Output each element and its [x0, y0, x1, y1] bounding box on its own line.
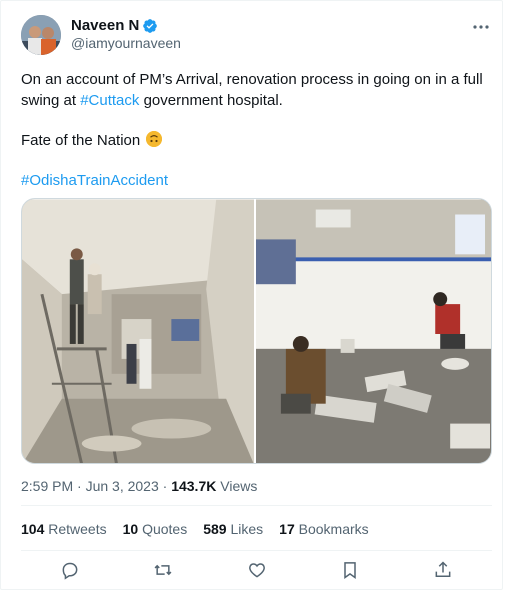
- media-photo-2[interactable]: [256, 199, 491, 464]
- upside-down-face-emoji-icon: [146, 131, 163, 147]
- hashtag-cuttack-link[interactable]: #Cuttack: [80, 92, 139, 109]
- share-icon[interactable]: [432, 559, 454, 581]
- avatar[interactable]: [21, 15, 61, 55]
- verified-badge-icon: [143, 18, 158, 33]
- divider: [21, 550, 492, 551]
- tweet-text-part: Fate of the Nation: [21, 132, 145, 149]
- tweet-text-part: government hospital.: [139, 92, 283, 109]
- retweets-label: Retweets: [44, 521, 107, 537]
- author-handle[interactable]: @iamyournaveen: [71, 35, 181, 51]
- tweet-metadata: 2:59 PM · Jun 3, 2023 · 143.7K Views: [21, 478, 257, 494]
- divider: [21, 505, 492, 506]
- more-icon[interactable]: [471, 17, 491, 37]
- likes-stat[interactable]: 589 Likes: [203, 521, 263, 537]
- bookmarks-stat[interactable]: 17 Bookmarks: [279, 521, 369, 537]
- tweet-header: Naveen N @iamyournaveen: [21, 15, 491, 55]
- quotes-stat[interactable]: 10 Quotes: [123, 521, 188, 537]
- tweet-text-paragraph-3: #OdishaTrainAccident: [21, 170, 486, 191]
- author-name-row[interactable]: Naveen N: [71, 17, 158, 34]
- tweet-actions: [21, 559, 492, 585]
- likes-label: Likes: [226, 521, 264, 537]
- tweet-text-paragraph-1: On an account of PM’s Arrival, renovatio…: [21, 69, 486, 111]
- views-count: 143.7K: [171, 478, 217, 494]
- tweet-stats: 104 Retweets 10 Quotes 589 Likes 17 Book…: [21, 521, 385, 537]
- tweet-text: On an account of PM’s Arrival, renovatio…: [21, 69, 486, 191]
- bookmarks-count: 17: [279, 521, 295, 537]
- tweet-text-paragraph-2: Fate of the Nation: [21, 130, 486, 151]
- reply-icon[interactable]: [59, 559, 81, 581]
- bookmark-icon[interactable]: [339, 559, 361, 581]
- tweet-media[interactable]: [21, 198, 492, 464]
- tweet-timestamp[interactable]: 2:59 PM · Jun 3, 2023 ·: [21, 478, 171, 494]
- retweets-count: 104: [21, 521, 45, 537]
- quotes-label: Quotes: [138, 521, 188, 537]
- tweet-card: Naveen N @iamyournaveen On an account of…: [0, 0, 503, 590]
- media-photo-1[interactable]: [22, 199, 254, 464]
- retweet-icon[interactable]: [152, 559, 174, 581]
- likes-count: 589: [203, 521, 227, 537]
- views-label: Views: [216, 478, 258, 494]
- retweets-stat[interactable]: 104 Retweets: [21, 521, 107, 537]
- quotes-count: 10: [122, 521, 139, 537]
- hashtag-odishatrainaccident-link[interactable]: #OdishaTrainAccident: [21, 172, 168, 189]
- author-name[interactable]: Naveen N: [71, 17, 139, 34]
- like-icon[interactable]: [246, 559, 268, 581]
- bookmarks-label: Bookmarks: [294, 521, 369, 537]
